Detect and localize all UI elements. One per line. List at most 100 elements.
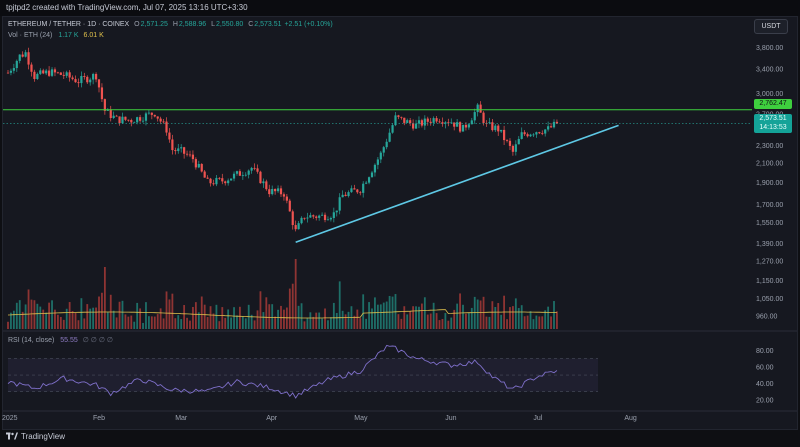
symbol-legend[interactable]: ETHEREUM / TETHER · 1D · COINEX O2,571.2…: [8, 21, 333, 28]
candle-body: [80, 75, 83, 84]
candle-body: [511, 145, 515, 152]
volume-bar: [197, 312, 200, 329]
candle-body: [59, 72, 62, 75]
candle-body: [174, 150, 177, 152]
high-label: H: [172, 21, 178, 28]
volume-bar: [544, 310, 547, 329]
volume-bar: [532, 319, 535, 329]
volume-bar: [347, 311, 350, 329]
candle-body: [268, 189, 271, 195]
candle-body: [541, 133, 544, 135]
volume-bar: [400, 318, 403, 329]
candle-body: [206, 177, 209, 179]
candle-body: [414, 123, 418, 129]
candle-body: [229, 178, 233, 181]
rsi-tick-label: 80.00: [756, 348, 774, 355]
volume-bar: [418, 306, 420, 329]
volume-bar: [456, 303, 459, 329]
volume-bar: [335, 312, 338, 329]
candle-body: [409, 120, 412, 124]
candle-body: [456, 122, 459, 127]
candle-body: [420, 120, 424, 126]
volume-bar: [365, 318, 368, 329]
tradingview-branding[interactable]: TradingView: [6, 432, 65, 441]
volume-bar: [318, 312, 321, 329]
volume-bar: [344, 314, 347, 329]
candle-body: [244, 174, 247, 176]
candle-body: [306, 217, 309, 219]
candle-body: [276, 188, 280, 192]
candle-body: [426, 118, 429, 122]
volume-bar: [330, 317, 332, 329]
volume-bar: [244, 318, 247, 329]
candle-body: [365, 182, 368, 184]
rsi-legend[interactable]: RSI (14, close) 55.55 ∅ ∅ ∅ ∅: [8, 336, 113, 344]
price-tick-label: 1,050.00: [756, 296, 783, 303]
candle-body: [56, 72, 60, 74]
low-label: L: [211, 21, 215, 28]
volume-bar: [80, 298, 83, 329]
volume-legend[interactable]: Vol · ETH (24) 1.17 K 6.01 K: [8, 32, 104, 39]
time-tick-label: Feb: [93, 415, 105, 422]
volume-bar: [467, 312, 470, 329]
candle-body: [517, 138, 520, 145]
volume-bar: [77, 320, 80, 329]
candle-body: [133, 122, 136, 124]
price-tick-label: 1,390.00: [756, 241, 783, 248]
candle-body: [285, 196, 288, 201]
volume-bar: [74, 313, 77, 329]
volume-bar: [92, 307, 95, 329]
volume-bar: [95, 307, 97, 329]
volume-bar: [491, 301, 494, 329]
candle-body: [150, 112, 153, 115]
candle-body: [552, 121, 556, 128]
price-tick-label: 1,700.00: [756, 202, 783, 209]
chart-canvas[interactable]: 960.00 1,050.00 1,150.00 1,270.00 1,390.00 1,…: [0, 0, 800, 447]
candle-body: [318, 215, 321, 218]
volume-bar: [150, 316, 153, 329]
volume-bar: [550, 316, 552, 329]
candle-body: [153, 114, 156, 117]
volume-bar: [556, 311, 558, 329]
candle-body: [544, 129, 547, 134]
candle-body: [320, 214, 324, 216]
volume-label[interactable]: Vol · ETH (24): [8, 32, 52, 39]
candle-body: [9, 70, 13, 73]
volume-bar: [194, 302, 197, 329]
tradingview-logo-icon: [6, 432, 18, 440]
candle-body: [247, 170, 250, 175]
volume-bar: [45, 312, 48, 329]
volume-bar: [512, 306, 514, 329]
volume-bar: [435, 313, 438, 329]
currency-button[interactable]: USDT: [754, 19, 788, 34]
rsi-label[interactable]: RSI (14, close): [8, 337, 54, 344]
volume-bar: [265, 297, 268, 329]
volume-bar: [118, 301, 121, 329]
volume-bar: [174, 318, 177, 329]
candle-body: [221, 178, 224, 182]
volume-bar: [403, 306, 406, 329]
volume-bar: [479, 300, 482, 329]
candle-body: [303, 217, 306, 219]
volume-bar: [285, 307, 288, 329]
volume-bar: [500, 314, 503, 329]
volume-bar: [218, 321, 221, 329]
candle-body: [326, 219, 330, 221]
volume-bar: [159, 308, 162, 329]
candle-body: [39, 70, 42, 74]
rsi-na-values: ∅ ∅ ∅ ∅: [82, 337, 113, 344]
candle-body: [89, 79, 92, 83]
volume-bar: [59, 316, 62, 329]
candle-body: [92, 73, 95, 80]
candle-body: [373, 164, 377, 173]
candle-body: [347, 192, 350, 197]
volume-bar: [438, 320, 441, 329]
candle-body: [241, 175, 244, 177]
candle-body: [47, 70, 51, 76]
volume-bar: [206, 317, 209, 329]
volume-bar: [312, 316, 315, 329]
volume-bar: [426, 314, 429, 329]
candle-body: [494, 125, 497, 131]
symbol-name[interactable]: ETHEREUM / TETHER · 1D · COINEX: [8, 21, 129, 28]
candle-body: [350, 188, 353, 193]
